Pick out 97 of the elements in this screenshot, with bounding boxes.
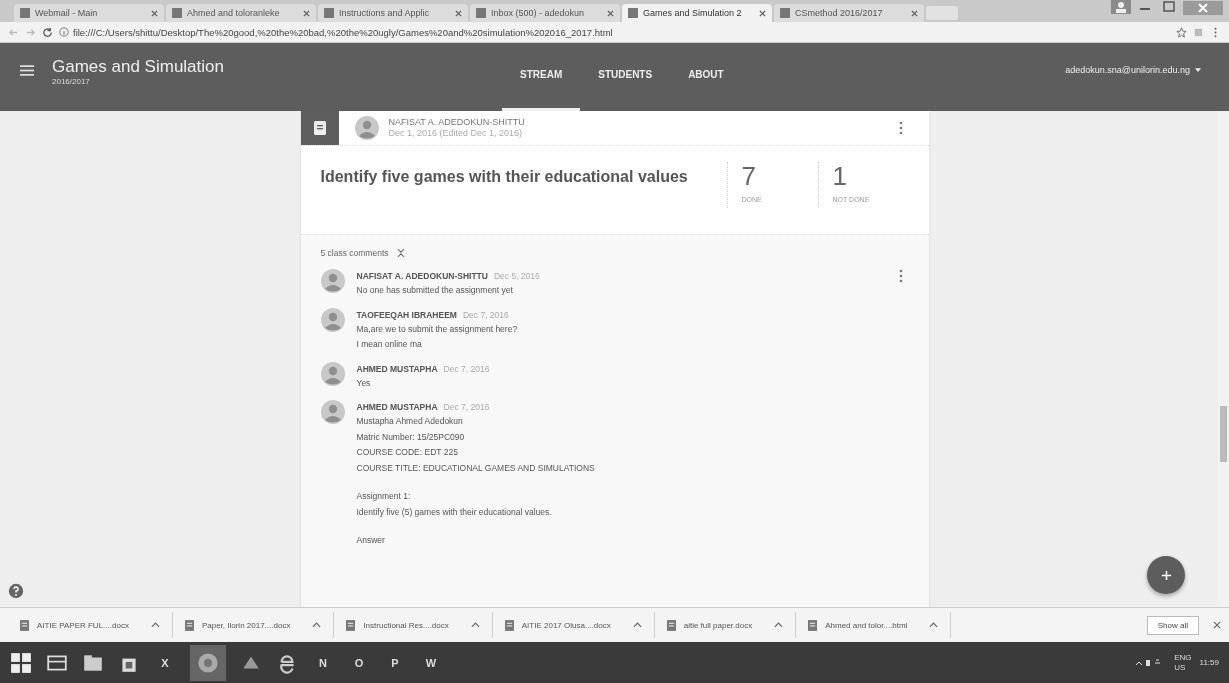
close-icon[interactable] bbox=[1213, 621, 1221, 629]
page-icon bbox=[780, 8, 790, 18]
comment-date: Dec 7, 2016 bbox=[443, 362, 490, 376]
comment-date: Dec 7, 2016 bbox=[443, 401, 490, 414]
comment-text: Assignment 1: bbox=[356, 490, 412, 503]
avatar-icon bbox=[320, 269, 345, 293]
browser-tab[interactable]: CSmethod 2016/2017 bbox=[774, 4, 924, 22]
browser-tab[interactable]: Ahmed and toloranleke bbox=[166, 4, 316, 22]
comment-text: Yes bbox=[356, 376, 372, 390]
browser-tab[interactable]: Webmail - Main bbox=[14, 4, 164, 22]
menu-icon[interactable] bbox=[20, 65, 34, 76]
avatar-icon bbox=[320, 400, 345, 424]
scrollbar-thumb[interactable] bbox=[1220, 406, 1227, 462]
user-icon[interactable] bbox=[1111, 0, 1131, 14]
office-app-icon[interactable]: O bbox=[348, 656, 370, 669]
clock[interactable]: 11:59 bbox=[1199, 658, 1219, 667]
document-icon bbox=[20, 619, 29, 631]
caret-icon bbox=[1195, 68, 1201, 72]
page-icon bbox=[476, 8, 486, 18]
avatar-icon bbox=[320, 307, 345, 332]
download-item[interactable]: Instructional Res....docx bbox=[334, 612, 493, 638]
document-icon bbox=[346, 619, 356, 631]
comment-text: Identify five (5) games with their educational values. bbox=[356, 505, 553, 519]
more-icon[interactable] bbox=[898, 121, 903, 135]
reload-icon[interactable] bbox=[42, 26, 53, 38]
caret-icon[interactable] bbox=[774, 622, 784, 628]
class-title: Games and Simulation bbox=[52, 57, 225, 77]
page-icon bbox=[172, 8, 182, 18]
office-app-icon[interactable]: N bbox=[312, 656, 334, 669]
document-icon bbox=[184, 619, 194, 631]
region-indicator[interactable]: US bbox=[1174, 662, 1192, 673]
expand-icon[interactable] bbox=[396, 248, 405, 258]
document-icon bbox=[504, 619, 514, 631]
caret-icon[interactable] bbox=[150, 622, 160, 628]
avatar-icon bbox=[320, 361, 345, 386]
language-indicator[interactable]: ENG bbox=[1174, 652, 1192, 663]
assignment-title: Identify five games with their educational values bbox=[320, 168, 688, 187]
download-item[interactable]: aitie full paper.docx bbox=[654, 612, 797, 638]
comment-text: Matric Number: 15/25PC090 bbox=[356, 430, 466, 444]
post-date: Dec 1, 2016 (Edited Dec 1, 2016) bbox=[388, 128, 524, 139]
info-icon bbox=[59, 27, 69, 37]
commenter-name: NAFISAT A. ADEDOKUN-SHITTU bbox=[356, 270, 488, 283]
download-item[interactable]: AITIE 2017 Olusa....docx bbox=[492, 612, 655, 638]
caret-icon[interactable] bbox=[632, 622, 642, 628]
commenter-name: TAOFEEQAH IBRAHEEM bbox=[356, 308, 457, 322]
caret-icon[interactable] bbox=[470, 622, 480, 628]
comment-text: Answer bbox=[356, 534, 386, 547]
browser-tab[interactable]: Instructions and Applic bbox=[318, 4, 468, 22]
commenter-name: AHMED MUSTAPHA bbox=[356, 401, 438, 414]
help-icon[interactable] bbox=[8, 583, 24, 599]
close-icon[interactable] bbox=[303, 9, 310, 17]
class-year: 2016/2017 bbox=[52, 77, 91, 86]
stat-count: 1 bbox=[832, 162, 848, 190]
close-icon[interactable] bbox=[455, 9, 462, 17]
comment-text: Ma,are we to submit the assignment here? bbox=[356, 322, 519, 336]
close-icon[interactable] bbox=[911, 9, 918, 17]
browser-tab[interactable]: Games and Simulation 2 bbox=[622, 4, 772, 22]
office-app-icon[interactable]: W bbox=[420, 656, 442, 669]
comment-date: Dec 7, 2016 bbox=[462, 308, 509, 322]
caret-icon[interactable] bbox=[312, 622, 322, 628]
nav-tab[interactable]: STUDENTS bbox=[580, 63, 671, 111]
plus-icon bbox=[1160, 569, 1172, 581]
browser-tab[interactable]: Inbox (500) - adedokun bbox=[470, 4, 620, 22]
comment-text: COURSE CODE: EDT 225 bbox=[356, 446, 459, 459]
add-button[interactable] bbox=[1147, 556, 1185, 594]
stat-count: 7 bbox=[741, 162, 757, 190]
star-icon[interactable] bbox=[1176, 26, 1187, 38]
document-icon bbox=[808, 619, 818, 631]
download-item[interactable]: AITIE PAPER FUL....docx bbox=[8, 612, 173, 638]
browser-icon[interactable] bbox=[190, 644, 226, 681]
author-name: NAFISAT A. ADEDOKUN-SHITTU bbox=[388, 117, 525, 128]
comment-text: No one has submitted the assignment yet bbox=[356, 284, 514, 297]
caret-icon[interactable] bbox=[929, 622, 939, 628]
office-app-icon[interactable]: P bbox=[384, 656, 406, 669]
page-icon bbox=[628, 8, 638, 18]
show-all-button[interactable]: Show all bbox=[1146, 615, 1199, 635]
close-icon[interactable] bbox=[151, 9, 158, 17]
comment-text: COURSE TITLE: EDUCATIONAL GAMES AND SIMULATIONS bbox=[356, 461, 596, 475]
download-item[interactable]: Paper, Ilorin 2017....docx bbox=[172, 612, 335, 638]
download-item[interactable]: Ahmed and tolor....html bbox=[796, 612, 952, 638]
nav-tab[interactable]: ABOUT bbox=[670, 63, 742, 111]
comment-text: Mustapha Ahmed Adedokun bbox=[356, 415, 464, 428]
windows-icon[interactable] bbox=[10, 651, 32, 674]
comment-text: I mean online ma bbox=[356, 338, 423, 351]
avatar-icon bbox=[354, 116, 379, 140]
close-icon[interactable] bbox=[607, 9, 614, 17]
office-app-icon[interactable]: X bbox=[154, 656, 176, 669]
comment-count: 5 class comments bbox=[320, 248, 389, 258]
page-icon bbox=[324, 8, 334, 18]
comment-date: Dec 5, 2016 bbox=[493, 270, 540, 283]
close-icon[interactable] bbox=[759, 9, 766, 17]
document-icon bbox=[666, 619, 676, 631]
commenter-name: AHMED MUSTAPHA bbox=[356, 362, 438, 376]
close-icon[interactable] bbox=[1183, 0, 1223, 16]
page-icon bbox=[20, 8, 30, 18]
more-icon[interactable] bbox=[898, 269, 903, 283]
account-menu[interactable]: adedokun.sna@unilorin.edu.ng bbox=[1065, 65, 1201, 75]
